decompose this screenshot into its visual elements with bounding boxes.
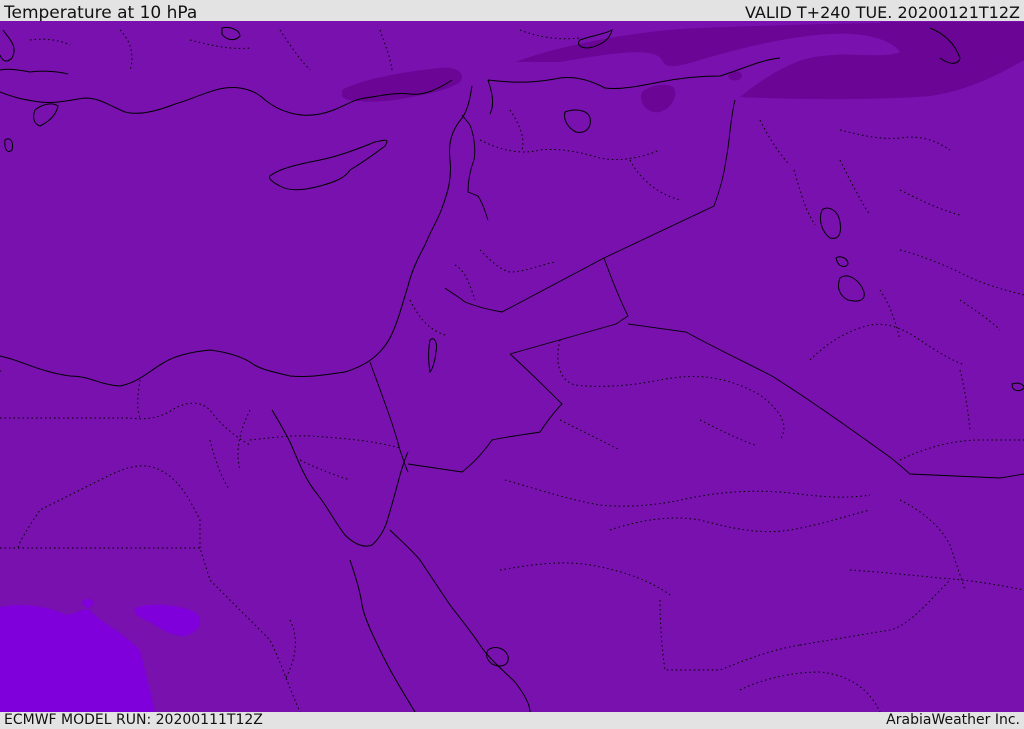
weather-map[interactable] <box>0 21 1024 712</box>
map-canvas <box>0 21 1024 712</box>
valid-time: VALID T+240 TUE. 20200121T12Z <box>744 3 1020 22</box>
credit: ArabiaWeather Inc. <box>886 712 1020 728</box>
map-title: Temperature at 10 hPa <box>4 3 198 23</box>
model-run: ECMWF MODEL RUN: 20200111T12Z <box>4 712 263 728</box>
header-bar: Temperature at 10 hPa VALID T+240 TUE. 2… <box>0 0 1024 23</box>
footer-bar: ECMWF MODEL RUN: 20200111T12Z ArabiaWeat… <box>0 712 1024 729</box>
